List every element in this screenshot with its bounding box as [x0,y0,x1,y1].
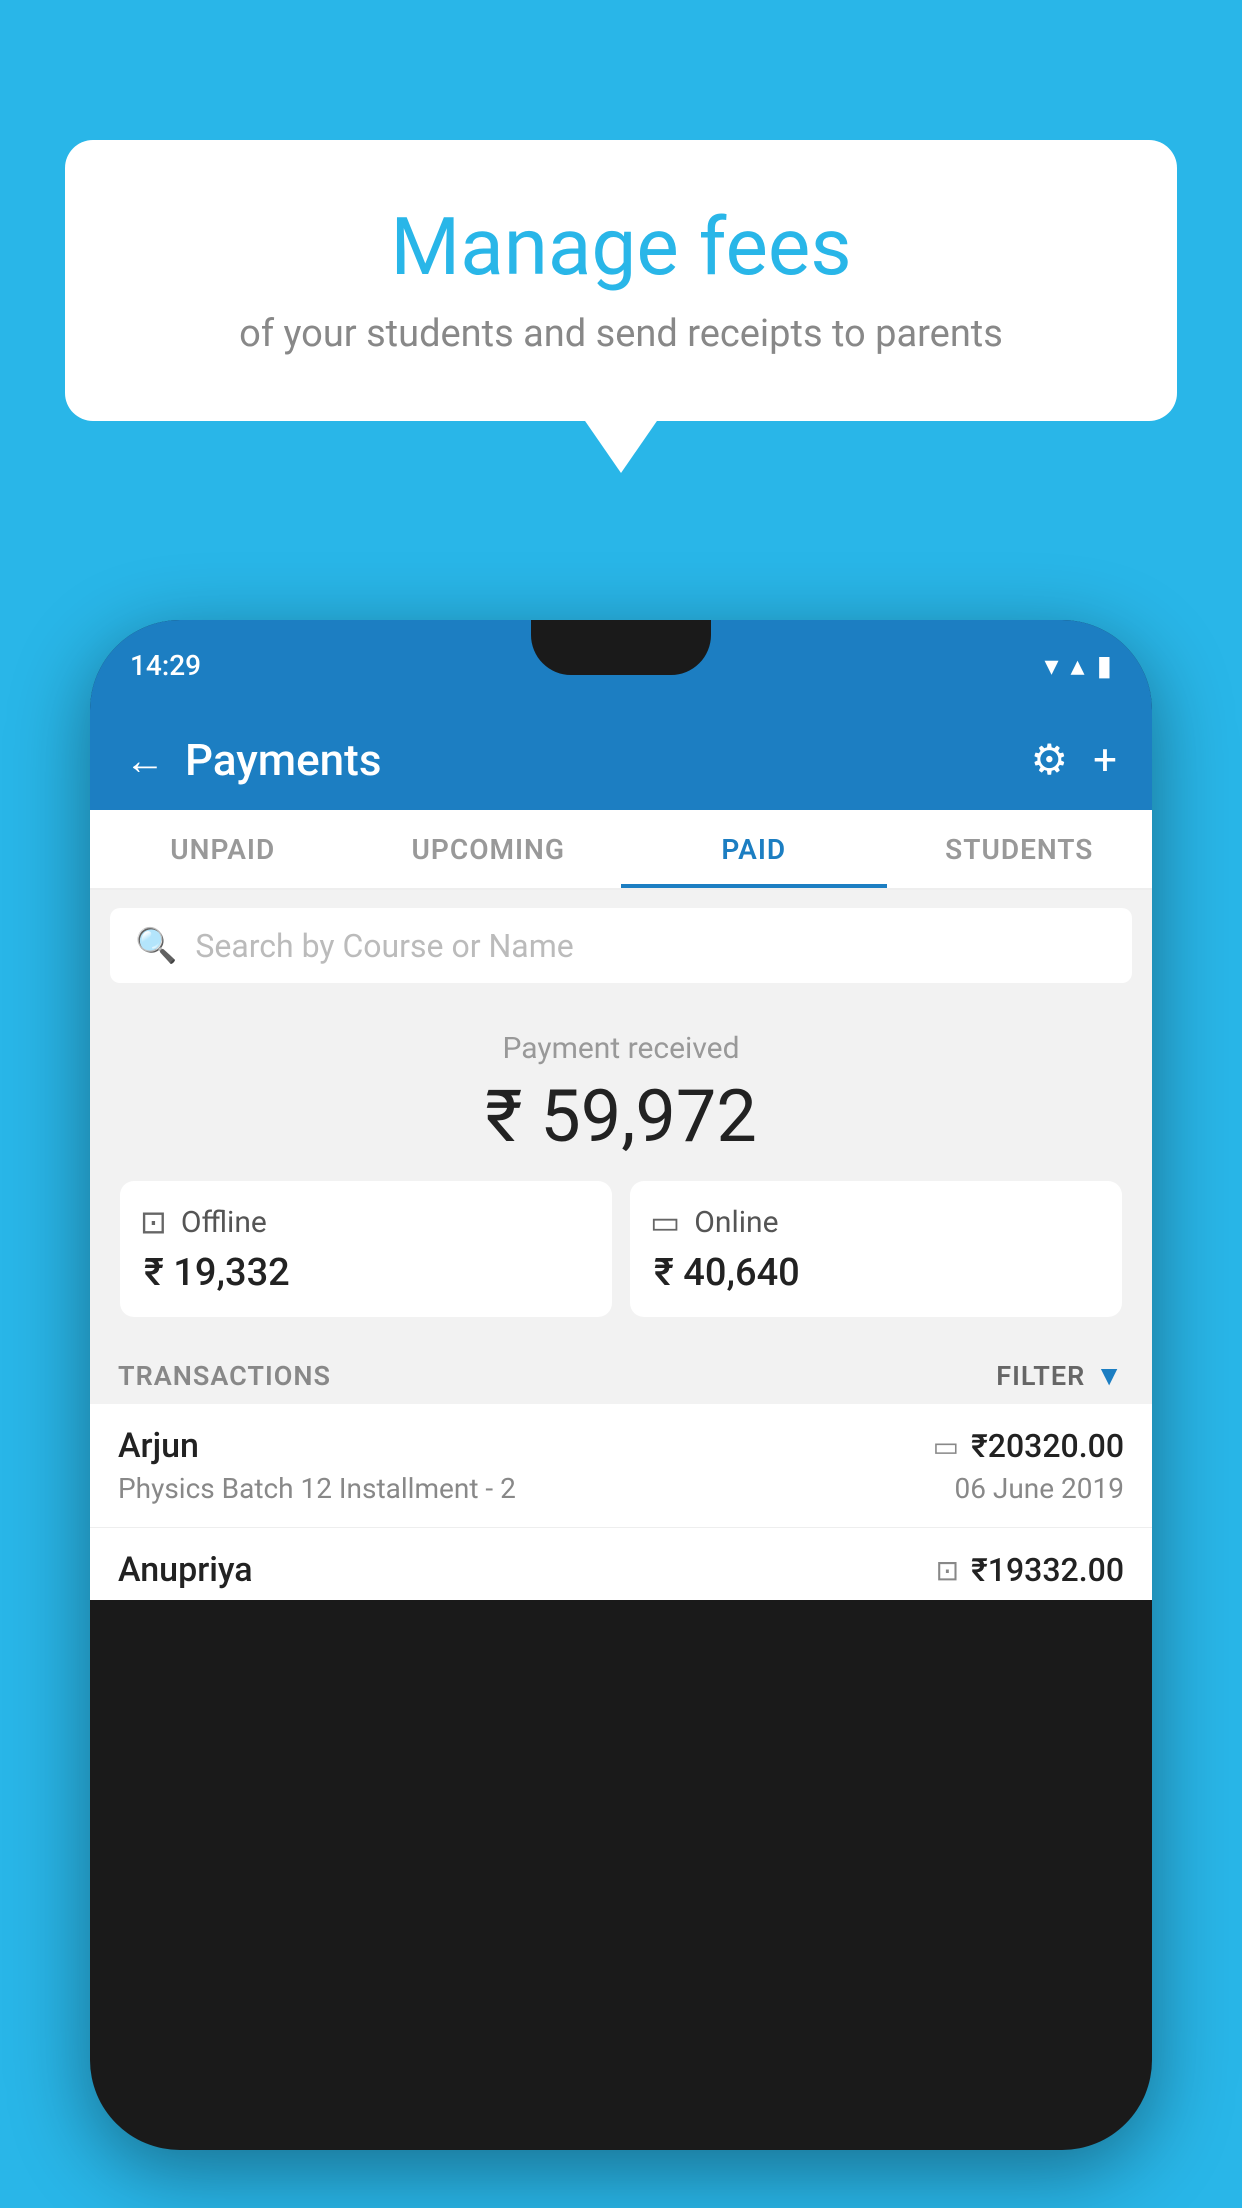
transaction-row-bottom: Physics Batch 12 Installment - 2 06 June… [118,1472,1124,1505]
offline-payment-card: ⊡ Offline ₹ 19,332 [120,1181,612,1317]
speech-bubble: Manage fees of your students and send re… [65,140,1177,421]
transaction-list: Arjun ▭ ₹20320.00 Physics Batch 12 Insta… [90,1404,1152,1600]
phone-notch [531,620,711,675]
phone-frame: 14:29 ▾ ▴ ▮ ← Payments ⚙ + UNPAID [90,620,1152,2150]
online-payment-card: ▭ Online ₹ 40,640 [630,1181,1122,1317]
wifi-icon: ▾ [1044,649,1058,682]
filter-button[interactable]: FILTER ▼ [996,1359,1124,1392]
transactions-label: TRANSACTIONS [118,1360,331,1392]
signal-icon: ▴ [1071,649,1085,682]
phone-container: 14:29 ▾ ▴ ▮ ← Payments ⚙ + UNPAID [90,620,1152,2208]
app-header: ← Payments ⚙ + [90,710,1152,810]
tab-bar: UNPAID UPCOMING PAID STUDENTS [90,810,1152,890]
payment-cards: ⊡ Offline ₹ 19,332 ▭ Online ₹ 40,640 [120,1181,1122,1317]
transaction-row-top: Arjun ▭ ₹20320.00 [118,1426,1124,1466]
transaction-name: Arjun [118,1426,199,1466]
transactions-header: TRANSACTIONS FILTER ▼ [90,1337,1152,1404]
status-bar: 14:29 ▾ ▴ ▮ [90,620,1152,710]
payment-total-amount: ₹ 59,972 [110,1074,1132,1159]
offline-card-header: ⊡ Offline [140,1203,592,1241]
status-time: 14:29 [130,649,201,682]
header-title: Payments [185,734,381,786]
offline-label: Offline [181,1205,267,1240]
online-label: Online [694,1205,778,1240]
search-icon: 🔍 [135,926,177,966]
tab-unpaid[interactable]: UNPAID [90,810,356,888]
tab-paid[interactable]: PAID [621,810,887,888]
tab-upcoming[interactable]: UPCOMING [356,810,622,888]
tab-students[interactable]: STUDENTS [887,810,1153,888]
add-icon[interactable]: + [1093,736,1117,785]
transaction-date: 06 June 2019 [954,1472,1124,1505]
header-left: ← Payments [125,734,381,786]
online-amount: ₹ 40,640 [650,1251,1102,1295]
offline-icon: ⊡ [140,1203,167,1241]
battery-icon: ▮ [1097,649,1112,682]
filter-label: FILTER [996,1360,1085,1392]
transaction-type-icon-offline: ⊡ [936,1554,959,1587]
transaction-name: Anupriya [118,1550,253,1590]
bubble-title: Manage fees [115,200,1127,294]
transaction-amount-wrapper: ⊡ ₹19332.00 [936,1551,1124,1589]
payment-summary: Payment received ₹ 59,972 ⊡ Offline ₹ 19… [90,1001,1152,1337]
transaction-amount: ₹19332.00 [971,1551,1124,1589]
table-row[interactable]: Arjun ▭ ₹20320.00 Physics Batch 12 Insta… [90,1404,1152,1528]
transaction-row-top-partial: Anupriya ⊡ ₹19332.00 [118,1550,1124,1590]
filter-icon: ▼ [1095,1359,1124,1392]
app-content: 🔍 Search by Course or Name Payment recei… [90,890,1152,1600]
table-row[interactable]: Anupriya ⊡ ₹19332.00 [90,1528,1152,1600]
bubble-subtitle: of your students and send receipts to pa… [115,312,1127,356]
offline-amount: ₹ 19,332 [140,1251,592,1295]
transaction-amount: ₹20320.00 [971,1427,1124,1465]
back-button[interactable]: ← [125,737,165,784]
status-icons: ▾ ▴ ▮ [1044,649,1112,682]
header-right: ⚙ + [1031,735,1118,785]
settings-icon[interactable]: ⚙ [1031,735,1069,785]
search-bar[interactable]: 🔍 Search by Course or Name [110,908,1132,983]
online-icon: ▭ [650,1203,680,1241]
transaction-type-icon-online: ▭ [933,1430,959,1463]
speech-bubble-section: Manage fees of your students and send re… [65,140,1177,421]
online-card-header: ▭ Online [650,1203,1102,1241]
transaction-amount-wrapper: ▭ ₹20320.00 [933,1427,1124,1465]
transaction-course: Physics Batch 12 Installment - 2 [118,1472,516,1505]
payment-received-label: Payment received [110,1031,1132,1066]
search-placeholder: Search by Course or Name [195,927,573,965]
